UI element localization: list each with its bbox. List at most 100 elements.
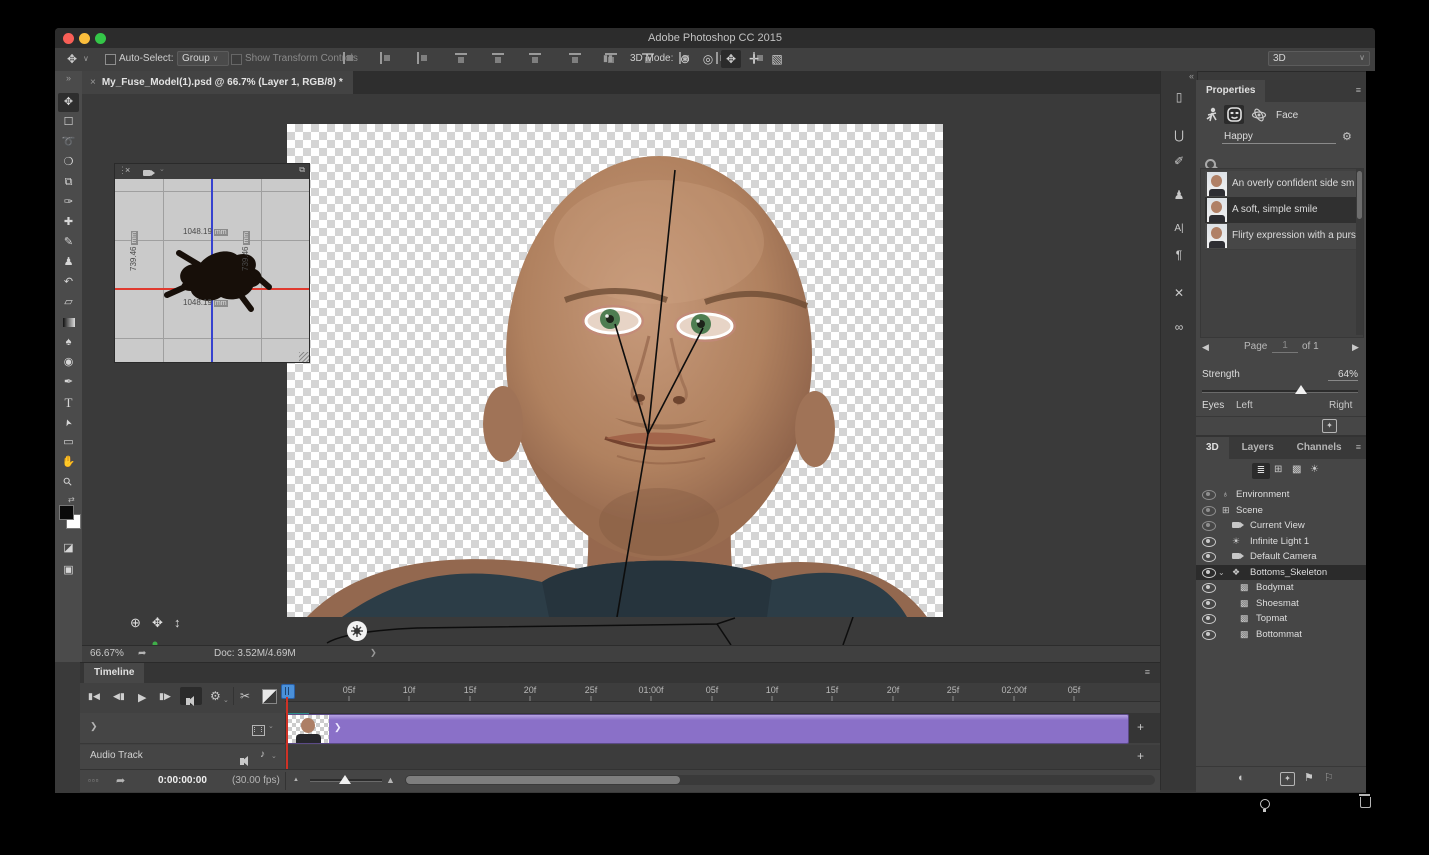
search-settings-gear-icon[interactable]: ⚙ bbox=[1342, 130, 1352, 143]
tab-timeline[interactable]: Timeline bbox=[84, 663, 144, 683]
previous-frame-button[interactable]: ◀▮ bbox=[113, 691, 125, 702]
timeline-zoom-slider-thumb[interactable] bbox=[339, 775, 351, 784]
clone-stamp-tool[interactable]: ♟ bbox=[58, 253, 79, 272]
auto-select-dropdown[interactable]: Group ∨ bbox=[177, 51, 229, 66]
expression-search-input[interactable] bbox=[1222, 130, 1336, 144]
delete-icon[interactable] bbox=[1360, 797, 1371, 808]
orbit-3d-icon[interactable]: ⊛ bbox=[675, 50, 695, 68]
brushes-icon[interactable]: ✐ bbox=[1165, 149, 1193, 173]
play-button[interactable]: ▶ bbox=[138, 691, 146, 704]
clip-chevron-icon[interactable]: ❯ bbox=[334, 722, 342, 733]
scene-item[interactable]: ▩ Topmat bbox=[1196, 611, 1366, 626]
face-mask-icon[interactable] bbox=[1227, 107, 1243, 123]
workspace-selector[interactable]: 3D∨ bbox=[1268, 51, 1370, 66]
scene-item[interactable]: ☀ Infinite Light 1 bbox=[1196, 534, 1366, 549]
eraser-tool[interactable]: ▱ bbox=[58, 293, 79, 312]
material-filter-icon[interactable]: ▩ bbox=[1292, 464, 1301, 475]
canvas[interactable] bbox=[287, 124, 943, 617]
clone-source-icon[interactable]: ♟ bbox=[1165, 183, 1193, 207]
document-tab[interactable]: ×My_Fuse_Model(1).psd @ 66.7% (Layer 1, … bbox=[82, 71, 353, 94]
list-item[interactable]: Flirty expression with a purs bbox=[1205, 223, 1361, 250]
skeleton-rig-icon[interactable] bbox=[1251, 107, 1267, 123]
video-track-lane[interactable]: ❯ + bbox=[285, 713, 1160, 743]
visibility-eye-icon[interactable] bbox=[1202, 490, 1216, 500]
scene-item[interactable]: ♁ Environment bbox=[1196, 487, 1366, 502]
align-left-edges-icon[interactable] bbox=[454, 52, 467, 65]
close-tab-icon[interactable]: × bbox=[90, 77, 96, 88]
roll-3d-icon[interactable]: ◎ bbox=[698, 50, 718, 68]
add-audio-track-button[interactable]: + bbox=[1137, 749, 1144, 763]
list-item[interactable]: An overly confident side sm bbox=[1205, 171, 1361, 198]
zoom-tool[interactable]: ⚲ bbox=[54, 468, 82, 496]
foreground-color-swatch[interactable] bbox=[59, 505, 74, 520]
eyes-left-option[interactable]: Left bbox=[1236, 400, 1253, 411]
pin-icon[interactable]: ⚑ bbox=[1304, 771, 1314, 784]
align-vertical-centers-icon[interactable] bbox=[379, 52, 392, 65]
list-item-selected[interactable]: A soft, simple smile bbox=[1205, 197, 1361, 224]
audio-track-lane[interactable]: + bbox=[285, 745, 1160, 769]
enable-audio-button[interactable] bbox=[186, 698, 190, 705]
tab-properties[interactable]: Properties bbox=[1196, 80, 1265, 102]
audio-options-chevron-icon[interactable]: ⌄ bbox=[271, 752, 277, 760]
secondary-3d-view[interactable]: ⋮ × ⌄ ⧉ 1048.19mm 1048.19mm 739.46mm 739… bbox=[114, 163, 310, 363]
libraries-icon[interactable]: ∞ bbox=[1165, 315, 1193, 339]
visibility-eye-icon[interactable] bbox=[1202, 630, 1216, 640]
align-bottom-edges-icon[interactable] bbox=[416, 52, 429, 65]
history-brush-tool[interactable]: ↶ bbox=[58, 273, 79, 292]
lasso-tool[interactable]: ➰ bbox=[58, 133, 79, 152]
auto-select-checkbox[interactable] bbox=[105, 54, 116, 65]
list-scrollbar-thumb[interactable] bbox=[1357, 171, 1362, 219]
go-to-first-frame-button[interactable]: ▮◀ bbox=[88, 691, 100, 702]
blur-tool[interactable]: ♠ bbox=[58, 333, 79, 352]
material-sphere-icon[interactable]: ◐ bbox=[1238, 772, 1245, 784]
swap-views-icon[interactable]: ⧉ bbox=[299, 165, 305, 175]
audio-note-icon[interactable]: ♪ bbox=[260, 749, 265, 760]
screen-mode-button[interactable]: ▣ bbox=[58, 561, 79, 580]
resize-handle[interactable] bbox=[299, 352, 309, 362]
character-panel-icon[interactable]: A| bbox=[1165, 217, 1193, 241]
canvas-pasteboard[interactable]: ⋮ × ⌄ ⧉ 1048.19mm 1048.19mm 739.46mm 739… bbox=[82, 94, 1160, 645]
quick-mask-button[interactable]: ◪ bbox=[58, 539, 79, 558]
visibility-eye-icon[interactable] bbox=[1202, 568, 1216, 578]
distribute-spacing-icon[interactable]: ▮▮ bbox=[603, 53, 613, 64]
video-track-film-icon[interactable] bbox=[252, 725, 265, 736]
visibility-eye-icon[interactable] bbox=[1202, 506, 1216, 516]
next-frame-button[interactable]: ▮▶ bbox=[159, 691, 171, 702]
scale-3d-icon[interactable]: ▧ bbox=[767, 50, 787, 68]
dodge-tool[interactable]: ◉ bbox=[58, 353, 79, 372]
tool-preset-chevron-icon[interactable]: ∨ bbox=[83, 54, 89, 63]
zoom-out-mountain-icon[interactable]: ▲ bbox=[293, 777, 299, 783]
properties-panel-menu-icon[interactable]: ≡ bbox=[1356, 85, 1361, 95]
scene-item[interactable]: Current View bbox=[1196, 518, 1366, 533]
zoom-level[interactable]: 66.67% bbox=[90, 648, 124, 659]
pin-light-icon[interactable]: ⚐ bbox=[1324, 771, 1334, 784]
align-horizontal-centers-icon[interactable] bbox=[491, 52, 504, 65]
render-icon[interactable]: ✦ bbox=[1280, 772, 1295, 786]
render-icon[interactable]: ✦ bbox=[1322, 419, 1337, 433]
visibility-eye-icon[interactable] bbox=[1202, 583, 1216, 593]
expand-chevron-icon[interactable]: ⌄ bbox=[1218, 565, 1225, 580]
page-number-field[interactable] bbox=[1272, 339, 1298, 353]
pan-camera-icon[interactable]: ✥ bbox=[152, 615, 163, 631]
current-time[interactable]: 0:00:00:00 bbox=[158, 775, 207, 786]
video-clip[interactable]: ❯ bbox=[287, 714, 1129, 744]
audio-mute-icon[interactable] bbox=[240, 758, 244, 765]
previous-page-icon[interactable]: ◀ bbox=[1202, 342, 1209, 353]
playhead-line[interactable] bbox=[286, 697, 288, 769]
visibility-eye-icon[interactable] bbox=[1202, 599, 1216, 609]
share-icon[interactable]: ➦ bbox=[138, 648, 146, 659]
light-filter-icon[interactable]: ☀ bbox=[1310, 464, 1319, 475]
view-select-chevron-icon[interactable]: ⌄ bbox=[159, 165, 165, 173]
track-expand-chevron-icon[interactable]: ❯ bbox=[90, 721, 98, 732]
visibility-eye-icon[interactable] bbox=[1202, 521, 1216, 531]
strength-slider-track[interactable] bbox=[1202, 390, 1358, 393]
gear-chevron-icon[interactable]: ⌄ bbox=[223, 696, 229, 704]
pose-icon[interactable] bbox=[1204, 107, 1220, 123]
move-tool[interactable]: ✥ bbox=[58, 93, 79, 112]
collapse-panels-icon[interactable]: « bbox=[1189, 71, 1194, 81]
visibility-eye-icon[interactable] bbox=[1202, 552, 1216, 562]
toolbar-expand-icon[interactable]: » bbox=[55, 73, 82, 83]
timeline-ruler[interactable]: 05f 10f 15f 20f 25f 01:00f 05f 10f 15f 2… bbox=[285, 683, 1160, 702]
doc-size-info[interactable]: Doc: 3.52M/4.69M bbox=[214, 648, 296, 659]
3d-axis-widget[interactable] bbox=[137, 636, 189, 645]
